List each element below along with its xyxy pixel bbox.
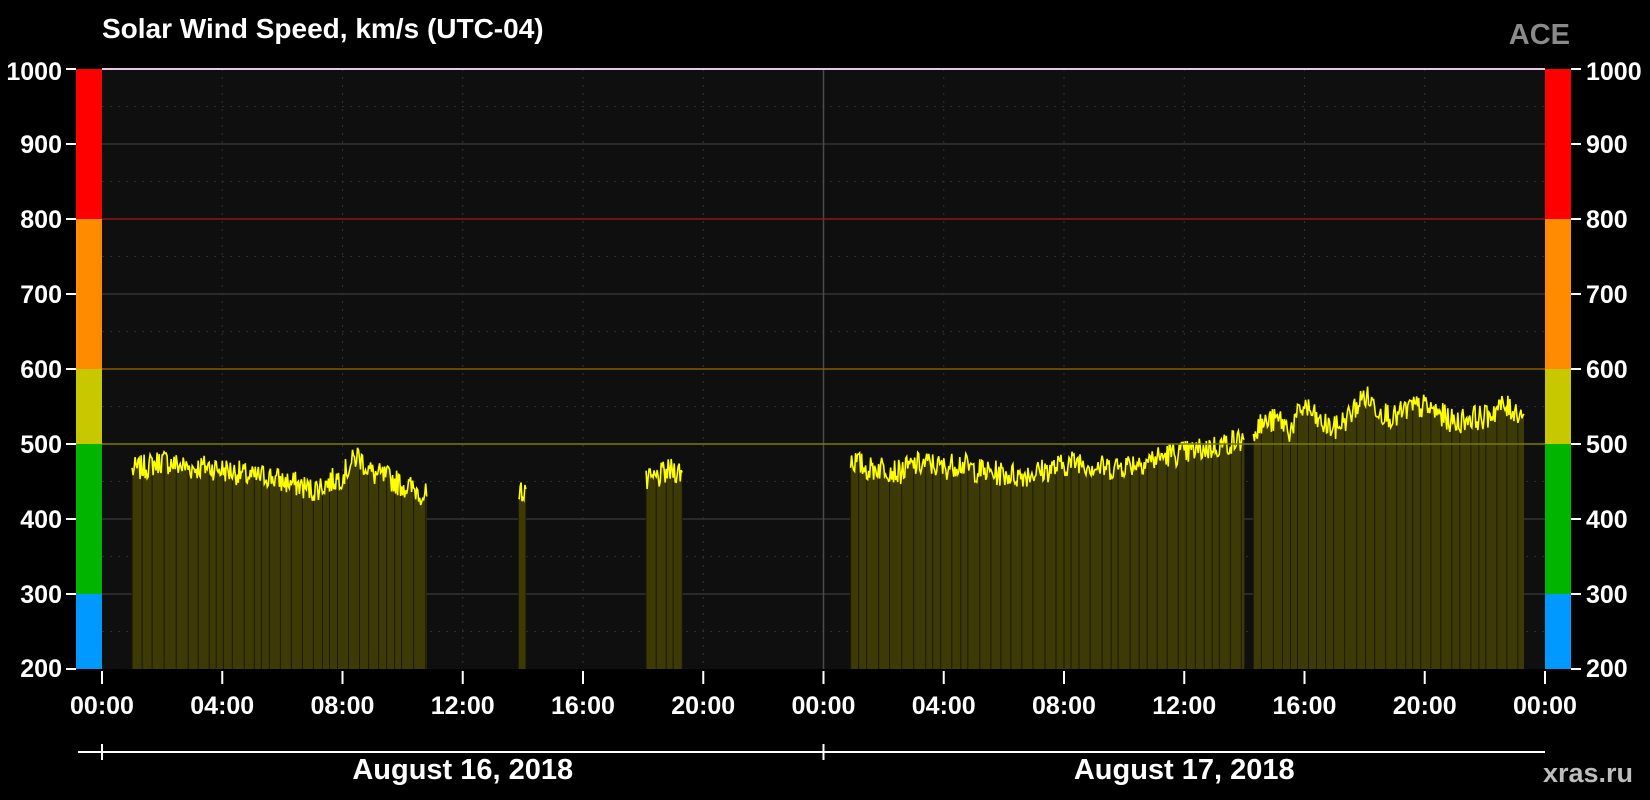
- x-tick-label: 00:00: [1513, 692, 1577, 720]
- scale-band-right-1: [1545, 444, 1571, 594]
- y-tick-label-left: 700: [20, 281, 62, 309]
- x-tick-label: 04:00: [190, 692, 254, 720]
- scale-band-right-4: [1545, 69, 1571, 219]
- y-tick-label-left: 600: [20, 356, 62, 384]
- scale-band-right-2: [1545, 369, 1571, 444]
- credit-label: xras.ru: [1543, 758, 1633, 788]
- y-tick-label-right: 200: [1586, 655, 1628, 683]
- y-tick-label-left: 1000: [6, 58, 62, 86]
- x-tick-label: 12:00: [431, 692, 495, 720]
- y-tick-label-left: 300: [20, 581, 62, 609]
- scale-band-left-1: [76, 444, 102, 594]
- source-label: ACE: [1509, 19, 1570, 51]
- y-tick-label-left: 200: [20, 655, 62, 683]
- chart-title: Solar Wind Speed, km/s (UTC-04): [102, 13, 544, 44]
- scale-band-left-3: [76, 219, 102, 369]
- x-tick-label: 08:00: [311, 692, 375, 720]
- y-tick-label-right: 600: [1586, 356, 1628, 384]
- series-area-3: [646, 459, 683, 669]
- y-tick-label-left: 900: [20, 131, 62, 159]
- scale-band-left-2: [76, 369, 102, 444]
- date-label-day2: August 17, 2018: [1074, 754, 1295, 786]
- scale-band-right-3: [1545, 219, 1571, 369]
- y-tick-label-right: 300: [1586, 581, 1628, 609]
- x-tick-label: 00:00: [792, 692, 856, 720]
- y-tick-label-right: 700: [1586, 281, 1628, 309]
- y-tick-label-left: 400: [20, 506, 62, 534]
- x-tick-label: 08:00: [1032, 692, 1096, 720]
- right-color-scale: [1545, 69, 1571, 669]
- solar-wind-chart: Solar Wind Speed, km/s (UTC-04) ACE 200 3…: [0, 0, 1650, 800]
- x-tick-label: 00:00: [70, 692, 134, 720]
- y-tick-label-right: 500: [1586, 431, 1628, 459]
- y-tick-label-right: 900: [1586, 131, 1628, 159]
- left-color-scale: [76, 69, 102, 669]
- y-tick-label-right: 800: [1586, 206, 1628, 234]
- y-tick-label-left: 800: [20, 206, 62, 234]
- x-tick-label: 12:00: [1152, 692, 1216, 720]
- date-label-day1: August 16, 2018: [352, 754, 573, 786]
- x-tick-label: 16:00: [551, 692, 615, 720]
- y-tick-label-right: 1000: [1586, 58, 1642, 86]
- x-tick-label: 20:00: [671, 692, 735, 720]
- y-tick-label-right: 400: [1586, 506, 1628, 534]
- scale-band-left-4: [76, 69, 102, 219]
- scale-band-left-0: [76, 594, 102, 669]
- scale-band-right-0: [1545, 594, 1571, 669]
- y-tick-label-left: 500: [20, 431, 62, 459]
- x-tick-label: 16:00: [1273, 692, 1337, 720]
- x-tick-label: 20:00: [1393, 692, 1457, 720]
- x-tick-label: 04:00: [912, 692, 976, 720]
- series-area-2: [518, 482, 526, 669]
